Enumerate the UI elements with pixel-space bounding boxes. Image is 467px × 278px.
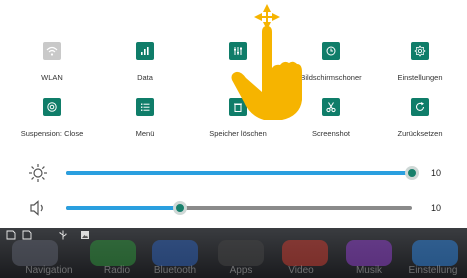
volume-value: 10 (431, 203, 442, 213)
dock-label-einstellung: Einstellung (408, 265, 458, 276)
dock-tile-video[interactable] (282, 240, 328, 266)
sd-card-icon (22, 230, 32, 240)
dock-tile-bluetooth[interactable] (152, 240, 198, 266)
tile-menu[interactable]: Menü (97, 98, 193, 138)
gear-icon (411, 42, 429, 60)
screensaver-clock-icon (322, 42, 340, 60)
suspension-icon (43, 98, 61, 116)
reset-icon (411, 98, 429, 116)
tile-label: Einstellungen (397, 73, 443, 82)
volume-slider-thumb[interactable] (173, 201, 188, 215)
speaker-icon (28, 198, 48, 218)
tile-label: WLAN (41, 73, 63, 82)
scissors-icon (322, 98, 340, 116)
volume-slider[interactable] (66, 201, 412, 215)
menu-list-icon (136, 98, 154, 116)
dock-tile-navigation[interactable] (12, 240, 58, 266)
tile-suspension[interactable]: Suspension: Close (4, 98, 100, 138)
brightness-slider-fill (66, 171, 412, 175)
tile-label: Suspension: Close (20, 129, 84, 138)
status-bar (0, 228, 467, 242)
sun-icon (28, 163, 48, 183)
brightness-value: 10 (431, 168, 442, 178)
tile-data[interactable]: Data (97, 42, 193, 82)
swipe-gesture-hand-icon (231, 4, 302, 120)
tile-label: Zurücksetzen (397, 129, 443, 138)
tile-label: Screenshot (312, 129, 350, 138)
usb-icon (59, 230, 67, 240)
tile-label: Data (137, 73, 153, 82)
dock-label-navigation: Navigation (25, 265, 73, 276)
tile-label: Menü (135, 129, 155, 138)
dock-label-apps: Apps (229, 265, 253, 276)
dock-tile-musik[interactable] (346, 240, 392, 266)
brightness-slider-thumb[interactable] (405, 166, 419, 180)
dock-tile-radio[interactable] (90, 240, 136, 266)
sim-card-icon (6, 230, 16, 240)
dock-tile-einstellung[interactable] (412, 240, 458, 266)
brightness-slider[interactable] (66, 166, 419, 180)
dock-label-bluetooth: Bluetooth (153, 265, 197, 276)
tile-zuruecksetzen[interactable]: Zurücksetzen (372, 98, 467, 138)
dock-label-musik: Musik (355, 265, 383, 276)
wifi-icon (43, 42, 61, 60)
tile-label: Speicher löschen (209, 129, 267, 138)
tile-einstellungen[interactable]: Einstellungen (372, 42, 467, 82)
dock-label-video: Video (288, 265, 314, 276)
image-icon (81, 231, 89, 239)
quick-settings-panel: WLAN Data Bildschirmschoner Einstellunge… (0, 0, 467, 228)
signal-bars-icon (136, 42, 154, 60)
volume-slider-fill (66, 206, 181, 210)
tile-wlan[interactable]: WLAN (4, 42, 100, 82)
dock-label-radio: Radio (103, 265, 131, 276)
dock-tile-apps[interactable] (218, 240, 264, 266)
